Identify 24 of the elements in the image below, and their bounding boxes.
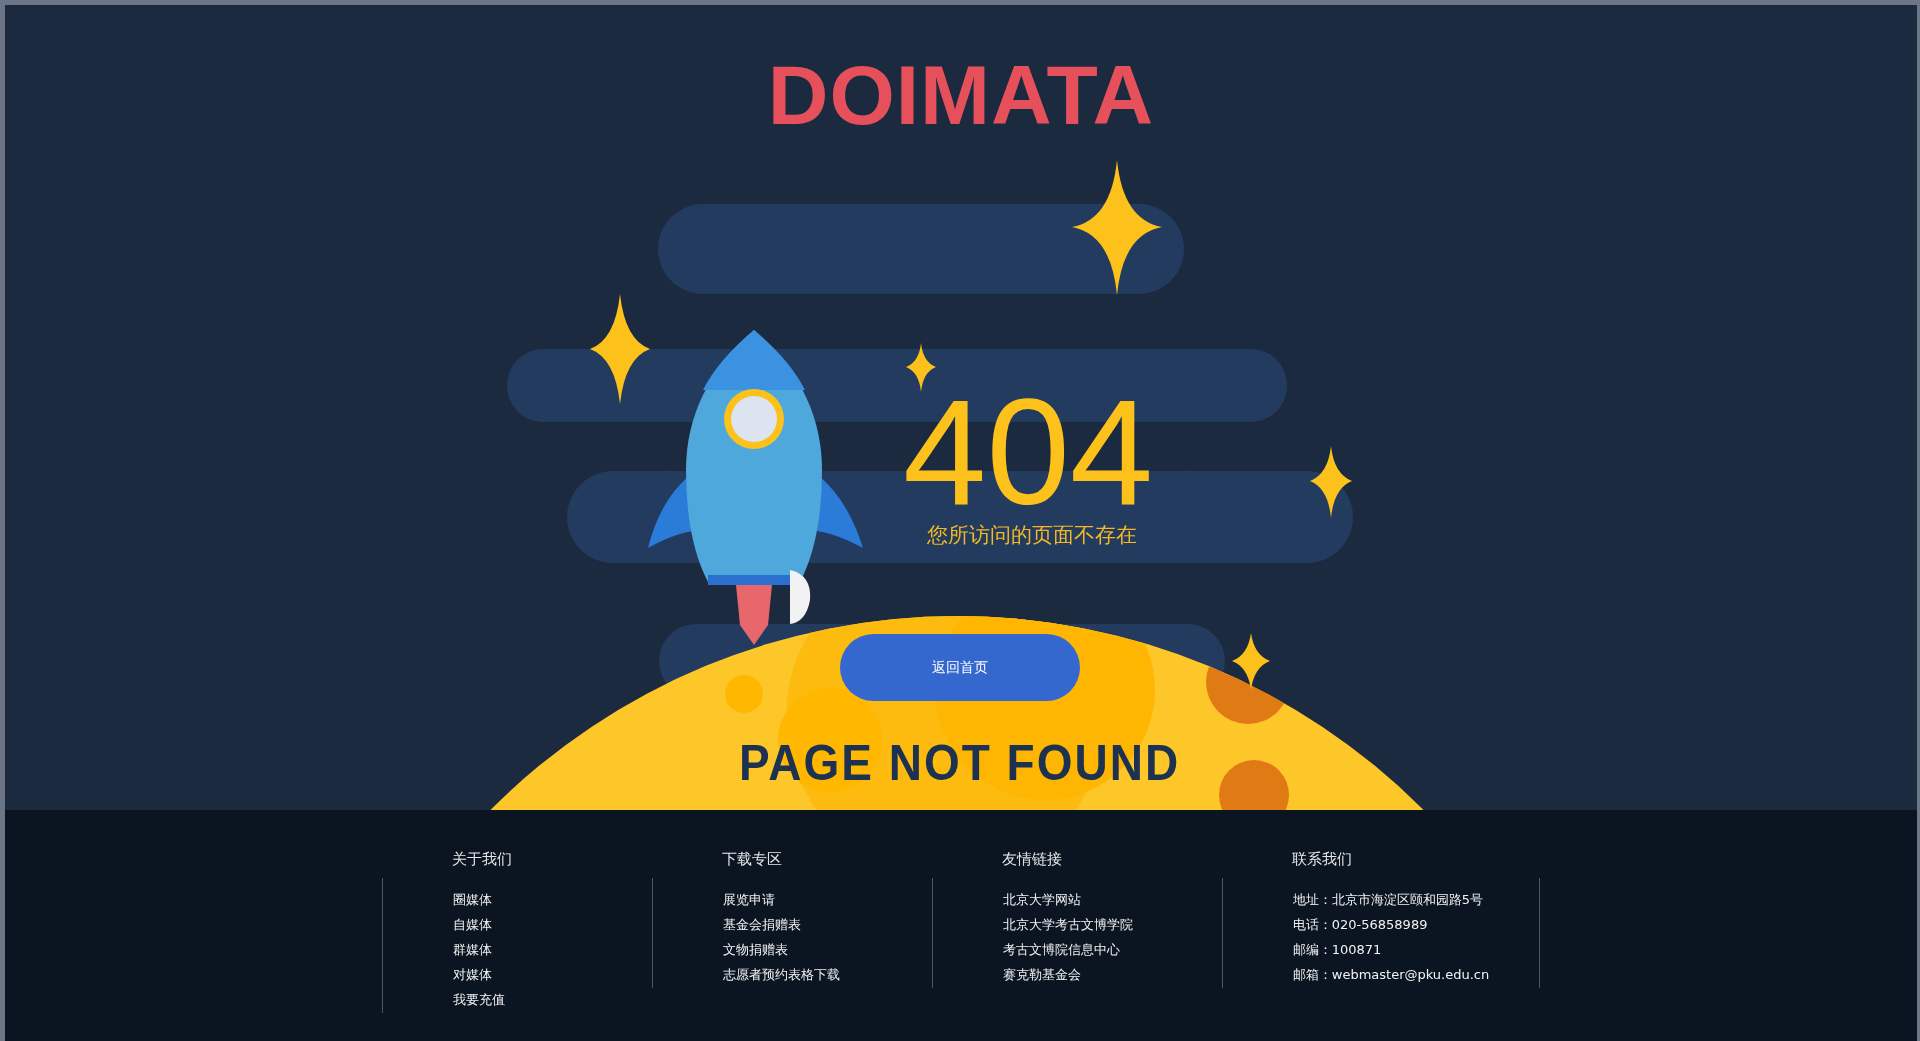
footer-heading: 下载专区 xyxy=(720,850,783,870)
footer-link[interactable]: 北京大学考古文博学院 xyxy=(1002,915,1222,934)
footer-link[interactable]: 赛克勒基金会 xyxy=(1002,965,1222,984)
footer-link[interactable]: 邮箱：webmaster@pku.edu.cn xyxy=(1292,965,1490,984)
footer-link[interactable]: 自媒体 xyxy=(452,915,652,934)
footer-heading: 联系我们 xyxy=(1290,850,1353,870)
footer-link[interactable]: 邮编：100871 xyxy=(1292,940,1490,959)
footer-link[interactable]: 展览申请 xyxy=(722,890,932,909)
footer-link[interactable]: 北京大学网站 xyxy=(1002,890,1222,909)
footer-link[interactable]: 我要充值 xyxy=(452,990,652,1009)
home-button[interactable]: 返回首页 xyxy=(840,634,1080,701)
footer-link[interactable]: 志愿者预约表格下载 xyxy=(722,965,932,984)
footer-link[interactable]: 圈媒体 xyxy=(452,890,652,909)
footer-link[interactable]: 文物捐赠表 xyxy=(722,940,932,959)
page-not-found-heading: PAGE NOT FOUND xyxy=(739,732,1181,792)
footer-link[interactable]: 对媒体 xyxy=(452,965,652,984)
footer-link[interactable]: 地址：北京市海淀区颐和园路5号 xyxy=(1292,890,1490,909)
footer-link[interactable]: 考古文博院信息中心 xyxy=(1002,940,1222,959)
footer-link[interactable]: 群媒体 xyxy=(452,940,652,959)
footer-link[interactable]: 基金会捐赠表 xyxy=(722,915,932,934)
footer-heading: 关于我们 xyxy=(450,850,513,870)
footer-heading: 友情链接 xyxy=(1000,850,1063,870)
footer-link[interactable]: 电话：020-56858989 xyxy=(1292,915,1490,934)
site-logo[interactable]: DOIMATA xyxy=(767,47,1155,144)
